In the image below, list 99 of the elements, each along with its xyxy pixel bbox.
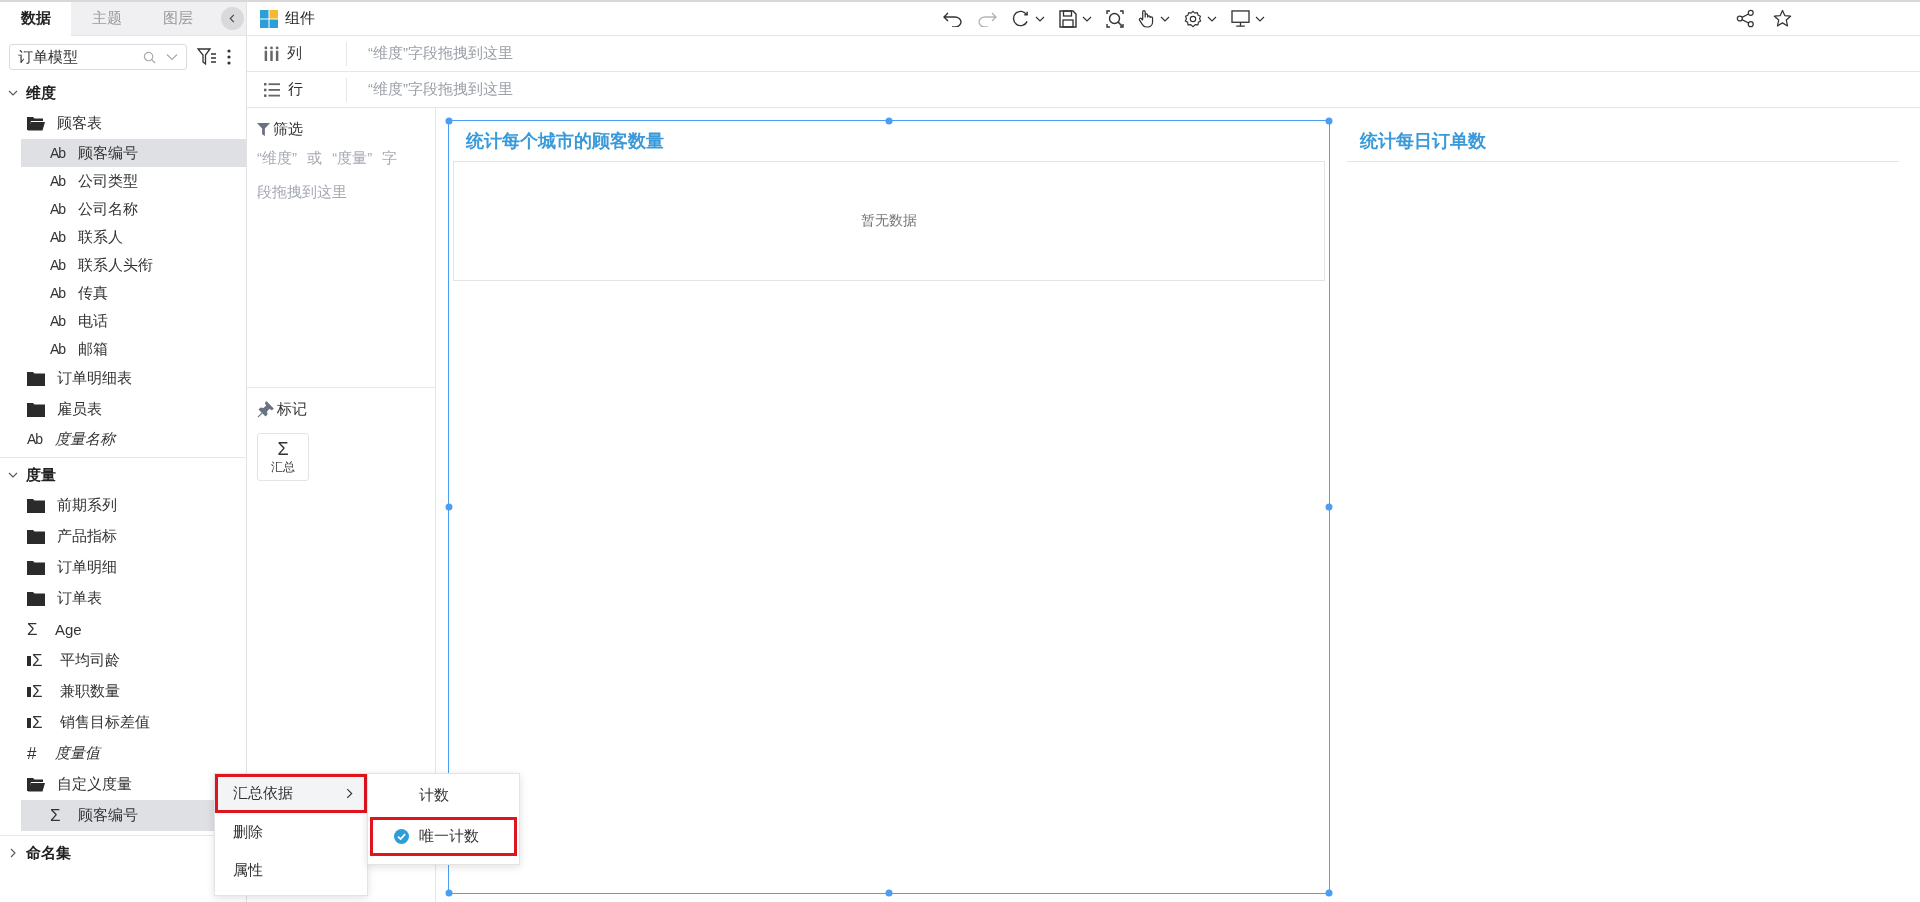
star-icon[interactable] (1773, 9, 1792, 28)
check-circle-icon (394, 829, 409, 844)
shelf-label: 列 (287, 44, 302, 63)
field-type-glyph: Σ (27, 619, 39, 640)
field-type-glyph: Ab (50, 257, 67, 273)
resize-handle[interactable] (445, 503, 452, 510)
tree-item[interactable]: 订单明细 (0, 552, 125, 583)
resize-handle[interactable] (1325, 503, 1332, 510)
components-icon (260, 9, 278, 28)
drop-zone-hint: “维度”字段拖拽到这里 (367, 44, 513, 63)
rows-icon (264, 82, 280, 97)
hand-icon[interactable] (1137, 9, 1155, 28)
search-icon (143, 50, 156, 64)
tree-item[interactable]: Ab 顾客编号 (21, 139, 246, 167)
chevron-down-icon (166, 53, 178, 61)
tree-item[interactable]: 订单明细表 (0, 363, 140, 394)
resize-handle[interactable] (885, 117, 892, 124)
open-folder-icon (27, 777, 45, 792)
field-type-glyph: Ab (50, 313, 67, 329)
tree-item[interactable]: Σ 兼职数量 (0, 676, 128, 707)
save-icon[interactable] (1058, 9, 1077, 28)
field-type-glyph: Σ (50, 805, 62, 826)
field-type-glyph: # (27, 743, 38, 764)
tree-item[interactable]: 自定义度量 (0, 769, 140, 800)
marks-label: 标记 (277, 400, 307, 419)
undo-icon[interactable] (942, 10, 963, 27)
monitor-icon[interactable] (1230, 10, 1250, 27)
field-type-glyph: Ab (50, 145, 67, 161)
resize-handle[interactable] (1325, 117, 1332, 124)
tree-item[interactable]: Ab 公司名称 (21, 195, 146, 223)
tree-item[interactable]: Σ 平均司龄 (0, 645, 128, 676)
tree-item[interactable]: 订单表 (0, 583, 110, 614)
resize-handle[interactable] (1325, 889, 1332, 896)
drop-zone-hint: “维度” 或 “度量” 字段拖拽到这里 (257, 148, 399, 202)
chart-title: 统计每日订单数 (1347, 121, 1899, 162)
chevron-down-icon (8, 88, 18, 98)
chevron-left-icon (228, 14, 237, 23)
tree-item[interactable]: Ab 度量名称 (0, 425, 123, 453)
panel-title: 组件 (285, 9, 315, 28)
tree-item[interactable]: Σ Age (0, 614, 90, 645)
card-label: 汇总 (271, 458, 295, 476)
model-select[interactable]: 订单模型 (9, 44, 187, 70)
tree-item[interactable]: Ab 邮箱 (21, 335, 116, 363)
tree-item[interactable]: Ab 联系人 (21, 223, 131, 251)
folder-icon (27, 529, 45, 544)
tree-section-header[interactable]: 度量 (0, 460, 246, 490)
caret-icon[interactable] (1206, 15, 1217, 22)
field-type-glyph: Ab (27, 431, 44, 447)
field-type-glyph: Ab (50, 285, 67, 301)
tree-item[interactable]: Ab 传真 (21, 279, 116, 307)
drop-zone-hint: “维度”字段拖拽到这里 (367, 80, 513, 99)
refresh-icon[interactable] (1010, 9, 1030, 28)
filter-icon (257, 123, 270, 136)
tree-section-header[interactable]: 维度 (0, 78, 246, 108)
field-type-glyph: Ab (50, 173, 67, 189)
settings-icon[interactable] (1183, 9, 1202, 28)
no-data-text: 暂无数据 (861, 212, 917, 230)
chevron-right-icon (346, 788, 353, 799)
menu-item[interactable]: 属性 (215, 851, 367, 889)
tree-item[interactable]: 顾客表 (0, 108, 110, 139)
filter-list-icon[interactable] (197, 48, 217, 66)
zoom-fit-icon[interactable] (1105, 9, 1124, 28)
tree-item[interactable]: 前期系列 (0, 490, 125, 521)
folder-icon (27, 591, 45, 606)
folder-icon (27, 371, 45, 386)
pin-icon (257, 401, 274, 418)
chevron-right-icon (8, 848, 18, 858)
collapse-panel-button[interactable] (221, 7, 244, 30)
caret-icon[interactable] (1159, 15, 1170, 22)
summary-mark-card[interactable]: Σ 汇总 (257, 433, 309, 481)
field-type-glyph: Ab (50, 341, 67, 357)
tree-item[interactable]: # 度量值 (0, 738, 108, 769)
share-icon[interactable] (1736, 9, 1755, 28)
resize-handle[interactable] (445, 889, 452, 896)
tree-item[interactable]: 雇员表 (0, 394, 110, 425)
tree-item[interactable]: 产品指标 (0, 521, 125, 552)
sum-glyph: Σ (277, 438, 289, 459)
tree-item[interactable]: Ab 公司类型 (21, 167, 146, 195)
tree-item[interactable]: Ab 联系人头衔 (21, 251, 161, 279)
field-type-glyph: Ab (50, 201, 67, 217)
columns-icon (264, 46, 279, 61)
caret-icon[interactable] (1081, 15, 1092, 22)
chevron-down-icon (8, 470, 18, 480)
folder-icon (27, 560, 45, 575)
resize-handle[interactable] (445, 117, 452, 124)
caret-icon[interactable] (1034, 15, 1045, 22)
chart-title: 统计每个城市的顾客数量 (464, 130, 665, 153)
open-folder-icon (27, 116, 45, 131)
folder-icon (27, 498, 45, 513)
tree-item[interactable]: Σ 销售目标差值 (0, 707, 158, 738)
resize-handle[interactable] (885, 889, 892, 896)
caret-icon[interactable] (1254, 15, 1265, 22)
menu-item[interactable]: 汇总依据 (215, 774, 367, 813)
tree-item[interactable]: Ab 电话 (21, 307, 116, 335)
filter-label: 筛选 (273, 120, 303, 139)
shelf-label: 行 (288, 80, 303, 99)
folder-icon (27, 402, 45, 417)
more-options-icon[interactable] (227, 49, 231, 65)
field-type-glyph: Ab (50, 229, 67, 245)
